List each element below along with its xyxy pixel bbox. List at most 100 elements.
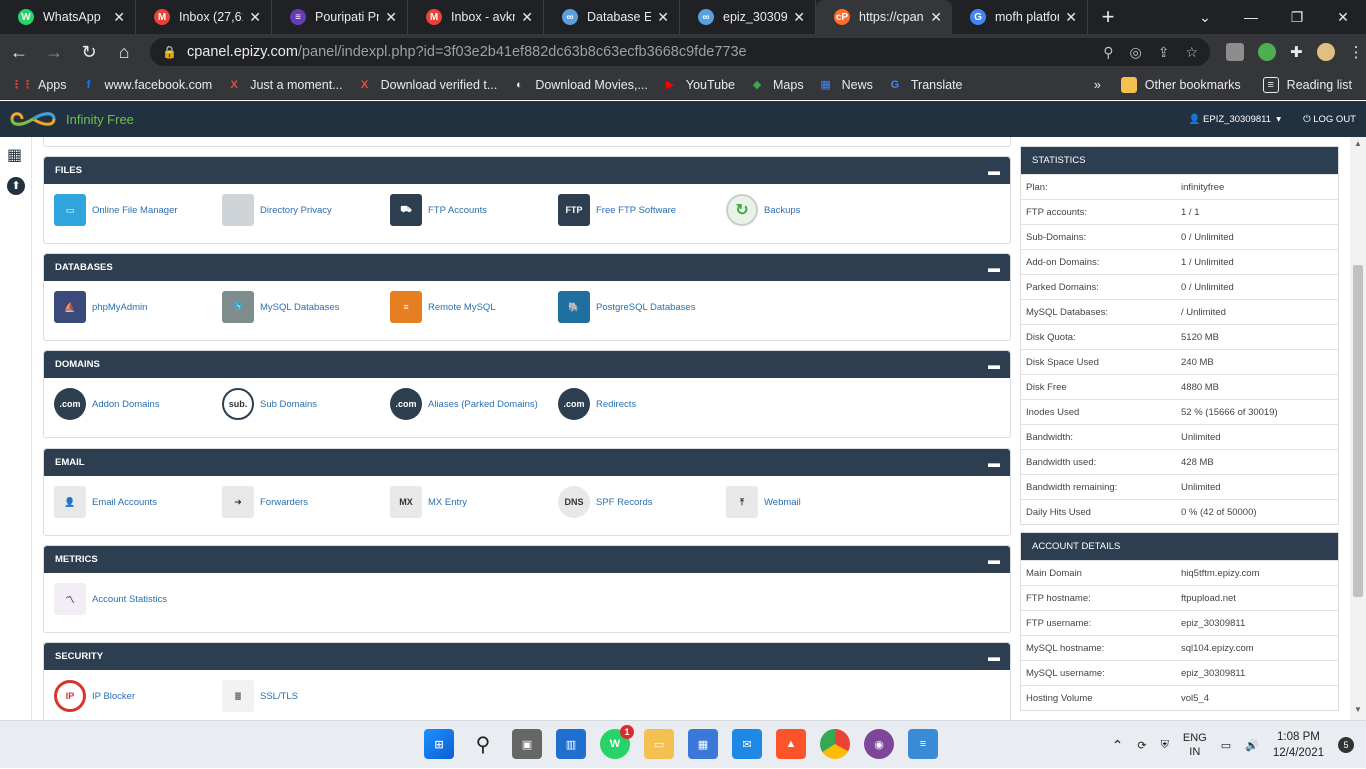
tab-search-icon[interactable]: ⌄ — [1182, 0, 1228, 34]
browser-tab[interactable]: ∞ epiz_303098 ✕ — [680, 0, 816, 34]
addon-domain-link[interactable]: .com Addon Domains — [54, 388, 160, 420]
close-window-icon[interactable]: ✕ — [1320, 0, 1366, 34]
section-header[interactable]: METRICS ▬ — [44, 546, 1010, 573]
ip-blocker-link[interactable]: IP IP Blocker — [54, 680, 135, 712]
display-icon[interactable]: ▭ — [1221, 739, 1231, 752]
browser-tab[interactable]: M Inbox - avkm ✕ — [408, 0, 544, 34]
maximize-icon[interactable]: ❐ — [1274, 0, 1320, 34]
ftp-truck-link[interactable]: ⛟ FTP Accounts — [390, 194, 487, 226]
close-icon[interactable]: ✕ — [249, 9, 261, 26]
chart-link[interactable]: 〽 Account Statistics — [54, 583, 167, 615]
menu-dots-icon[interactable]: ⋮ — [1349, 43, 1364, 61]
postgresql-link[interactable]: 🐘 PostgreSQL Databases — [558, 291, 695, 323]
collapse-icon[interactable]: ▬ — [988, 358, 1000, 372]
start-icon[interactable]: ⊞ — [424, 729, 454, 759]
bookmark-item[interactable]: X Download verified t... — [357, 77, 497, 93]
collapse-icon[interactable]: ▬ — [988, 553, 1000, 567]
lock-folder-link[interactable]: Directory Privacy — [222, 194, 332, 226]
backup-link[interactable]: ↻ Backups — [726, 194, 800, 226]
close-icon[interactable]: ✕ — [930, 9, 942, 26]
forwarder-link[interactable]: ➜ Forwarders — [222, 486, 308, 518]
back-icon[interactable]: ← — [3, 36, 35, 68]
whatsapp-taskbar-icon[interactable]: W1 — [600, 725, 634, 759]
other-bookmarks[interactable]: Other bookmarks — [1120, 76, 1241, 93]
forward-icon[interactable]: → — [38, 36, 70, 68]
close-icon[interactable]: ✕ — [113, 9, 125, 26]
search-icon[interactable]: ⚲ — [468, 729, 498, 759]
bookmark-item[interactable]: ◆ Maps — [749, 77, 804, 93]
widgets-icon[interactable]: ▥ — [556, 729, 586, 759]
mysql-link[interactable]: 🐬 MySQL Databases — [222, 291, 339, 323]
apps-grid-icon[interactable]: ▦ — [7, 145, 22, 165]
ftp-software-link[interactable]: FTP Free FTP Software — [558, 194, 676, 226]
extension-icon[interactable] — [1226, 43, 1244, 61]
logout-button[interactable]: ⏻ LOG OUT — [1303, 114, 1356, 125]
bookmark-item[interactable]: ▶ YouTube — [662, 77, 735, 93]
close-icon[interactable]: ✕ — [793, 9, 805, 26]
bookmark-item[interactable]: f www.facebook.com — [81, 77, 213, 93]
email-account-link[interactable]: 👤 Email Accounts — [54, 486, 157, 518]
page-scrollbar[interactable]: ▲ ▼ — [1350, 137, 1366, 720]
bookmark-item[interactable]: ⋮⋮ Apps — [11, 77, 67, 93]
zoom-icon[interactable]: ⚲ — [1103, 44, 1113, 61]
notepad-icon[interactable]: ≡ — [908, 729, 938, 759]
subdomain-link[interactable]: sub. Sub Domains — [222, 388, 317, 420]
bookmark-item[interactable]: G Translate — [887, 77, 963, 93]
minimize-icon[interactable]: — — [1228, 0, 1274, 34]
reading-list[interactable]: ≡ Reading list — [1262, 76, 1352, 93]
close-icon[interactable]: ✕ — [385, 9, 397, 26]
browser-tab[interactable]: cP https://cpane ✕ — [816, 0, 952, 34]
store-icon[interactable]: ▦ — [688, 729, 718, 759]
bookmark-item[interactable]: ◐ Download Movies,... — [511, 77, 648, 93]
collapse-icon[interactable]: ▬ — [988, 164, 1000, 178]
browser-tab[interactable]: Gmofh platform ✕ — [952, 0, 1088, 34]
close-icon[interactable]: ✕ — [1065, 9, 1077, 26]
bookmarks-overflow[interactable]: » — [1094, 78, 1101, 92]
spf-record-link[interactable]: DNS SPF Records — [558, 486, 653, 518]
redirect-link[interactable]: .com Redirects — [558, 388, 636, 420]
extension-icon[interactable] — [1258, 43, 1276, 61]
reload-icon[interactable]: ↻ — [73, 36, 105, 68]
section-header[interactable]: DATABASES ▬ — [44, 254, 1010, 281]
close-icon[interactable]: ✕ — [521, 9, 533, 26]
avatar[interactable] — [1316, 43, 1335, 61]
chrome-icon[interactable] — [820, 729, 850, 759]
eye-off-icon[interactable]: ◎ — [1129, 44, 1141, 61]
browser-tab[interactable]: ≡ Pouripati Pro ✕ — [272, 0, 408, 34]
address-bar[interactable]: 🔒 cpanel.epizy.com /panel/indexpl.php?id… — [150, 38, 1210, 66]
tor-icon[interactable]: ◉ — [864, 729, 894, 759]
phpmyadmin-link[interactable]: ⛵ phpMyAdmin — [54, 291, 147, 323]
bookmark-item[interactable]: X Just a moment... — [226, 77, 343, 93]
collapse-icon[interactable]: ▬ — [988, 650, 1000, 664]
scrollbar-thumb[interactable] — [1353, 265, 1363, 597]
collapse-icon[interactable]: ▬ — [988, 456, 1000, 470]
star-icon[interactable]: ☆ — [1185, 44, 1198, 61]
section-header[interactable]: SECURITY ▬ — [44, 643, 1010, 670]
bookmark-item[interactable]: ▦ News — [818, 77, 872, 93]
alias-domain-link[interactable]: .com Aliases (Parked Domains) — [390, 388, 538, 420]
section-header[interactable]: DOMAINS ▬ — [44, 351, 1010, 378]
mail-icon[interactable]: ✉ — [732, 729, 762, 759]
folder-link[interactable]: ▭ Online File Manager — [54, 194, 178, 226]
volume-icon[interactable]: 🔊 — [1245, 739, 1259, 752]
file-explorer-icon[interactable]: ▭ — [644, 729, 674, 759]
browser-tab[interactable]: W WhatsApp ✕ — [0, 0, 136, 34]
collapse-icon[interactable]: ▬ — [988, 261, 1000, 275]
new-tab-button[interactable]: + — [1088, 0, 1128, 34]
remote-mysql-link[interactable]: ≡ Remote MySQL — [390, 291, 496, 323]
security-shield-icon[interactable]: ⛨ — [1161, 739, 1169, 752]
browser-tab[interactable]: M Inbox (27,610 ✕ — [136, 0, 272, 34]
home-icon[interactable]: ⌂ — [108, 36, 140, 68]
upload-icon[interactable]: ⬆ — [7, 177, 25, 195]
scroll-up-icon[interactable]: ▲ — [1354, 139, 1362, 148]
section-header[interactable]: EMAIL ▬ — [44, 449, 1010, 476]
section-header[interactable]: FILES ▬ — [44, 157, 1010, 184]
close-icon[interactable]: ✕ — [657, 9, 669, 26]
share-icon[interactable]: ⇪ — [1158, 44, 1170, 61]
lock-icon[interactable]: 🔒 — [162, 45, 177, 59]
user-menu[interactable]: 👤 EPIZ_30309811 ▾ — [1189, 114, 1282, 125]
webmail-link[interactable]: ⤒ Webmail — [726, 486, 801, 518]
clock[interactable]: 1:08 PM 12/4/2021 — [1273, 729, 1324, 761]
scroll-down-icon[interactable]: ▼ — [1354, 705, 1362, 714]
brave-icon[interactable]: ▲ — [776, 729, 806, 759]
